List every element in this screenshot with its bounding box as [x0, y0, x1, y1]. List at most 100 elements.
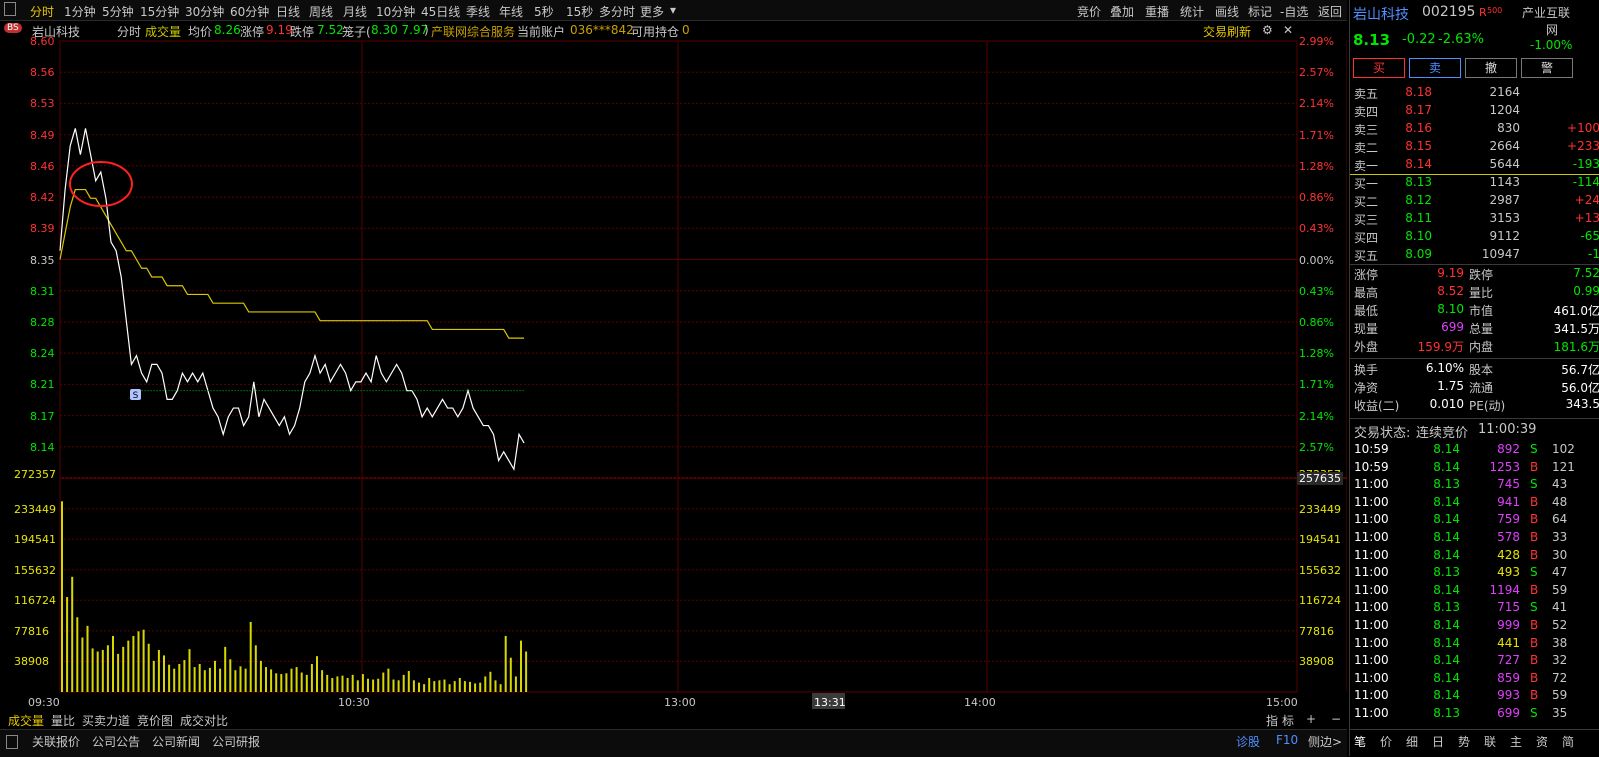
bottom-link[interactable]: 关联报价 — [32, 733, 80, 750]
stat-value: 8.10 — [1437, 302, 1464, 316]
toolbar-button[interactable]: 统计 — [1180, 3, 1204, 20]
cancel-button[interactable]: 撤 — [1465, 58, 1517, 78]
volume-tick-label-right: 194541 — [1299, 533, 1341, 547]
buy-button[interactable]: 买 — [1353, 58, 1405, 78]
period-tab[interactable]: 45日线 — [421, 3, 460, 20]
sidebar-toggle-icon[interactable] — [4, 2, 16, 16]
indicator-button[interactable]: 标 — [1282, 712, 1294, 729]
panel-tab[interactable]: 主 — [1510, 733, 1522, 750]
volume-tick-label: 194541 — [14, 533, 56, 547]
toolbar-button[interactable]: 画线 — [1215, 3, 1239, 20]
trade-count: 32 — [1552, 653, 1568, 668]
f10-link[interactable]: F10 — [1276, 733, 1298, 747]
volume-bar — [290, 668, 293, 692]
volume-bar — [402, 674, 405, 692]
sidebar-link[interactable]: 侧边> — [1308, 733, 1342, 750]
bid-change: -114 — [1572, 175, 1599, 189]
bs-badge[interactable]: BS — [4, 23, 22, 33]
panel-tab[interactable]: 价 — [1380, 733, 1392, 750]
trade-volume: 699 — [1497, 706, 1520, 720]
toolbar-button[interactable]: 标记 — [1248, 3, 1272, 20]
bid-change: +13 — [1574, 211, 1599, 225]
volume-bar — [504, 635, 507, 692]
period-tab[interactable]: 30分钟 — [185, 3, 224, 20]
trade-refresh-button[interactable]: 交易刷新 — [1203, 23, 1251, 40]
chevron-down-icon[interactable]: ▾ — [670, 3, 676, 17]
toolbar-button[interactable]: 叠加 — [1110, 3, 1134, 20]
diagnose-link[interactable]: 诊股 — [1236, 733, 1260, 750]
indicator-tab-volume[interactable]: 成交量 — [8, 712, 44, 729]
period-tab[interactable]: 15分钟 — [140, 3, 179, 20]
industry-name-2[interactable]: 网 — [1546, 21, 1558, 38]
panel-tab[interactable]: 势 — [1458, 733, 1470, 750]
trade-volume: 941 — [1497, 494, 1520, 509]
panel-tab[interactable]: 联 — [1484, 733, 1496, 750]
period-tab[interactable]: 60分钟 — [230, 3, 269, 20]
alert-button[interactable]: 警 — [1521, 58, 1573, 78]
bid-volume: 1143 — [1489, 175, 1520, 189]
period-tab[interactable]: 分时 — [30, 3, 54, 20]
volume-bar — [321, 670, 324, 692]
back-button[interactable]: 返回 — [1318, 3, 1342, 20]
volume-tick-label-right: 233449 — [1299, 502, 1341, 516]
indicator-tab-power[interactable]: 买卖力道 — [82, 712, 130, 729]
volume-bar — [112, 635, 114, 692]
period-tab[interactable]: 年线 — [499, 3, 523, 20]
volume-bar — [106, 645, 109, 692]
toolbar-button[interactable]: 重播 — [1145, 3, 1169, 20]
buy-label: 买 — [1372, 61, 1385, 75]
zoom-in-button[interactable]: + — [1306, 712, 1316, 726]
indicator-button[interactable]: 指 — [1266, 712, 1278, 729]
period-tab[interactable]: 5秒 — [534, 3, 554, 20]
bid-price: 8.12 — [1405, 193, 1432, 207]
panel-tab[interactable]: 日 — [1432, 733, 1444, 750]
bottom-link[interactable]: 公司研报 — [212, 733, 260, 750]
sell-button[interactable]: 卖 — [1409, 58, 1461, 78]
bottom-link[interactable]: 公司新闻 — [152, 733, 200, 750]
trade-time: 11:00 — [1354, 670, 1389, 685]
period-tab[interactable]: 1分钟 — [64, 3, 96, 20]
period-tab[interactable]: 多分时 — [599, 3, 635, 20]
ask-change: +233 — [1567, 139, 1599, 153]
panel-tab[interactable]: 细 — [1406, 733, 1418, 750]
service-link[interactable]: 产联网综合服务 — [431, 23, 515, 40]
period-tab[interactable]: 季线 — [466, 3, 490, 20]
panel-tab[interactable]: 资 — [1536, 733, 1548, 750]
volume-bar — [458, 677, 461, 692]
indicator-tab-volume-ratio[interactable]: 量比 — [51, 712, 75, 729]
period-tab[interactable]: 周线 — [309, 3, 333, 20]
intraday-chart[interactable]: S — [0, 39, 1347, 729]
percent-tick-label: 1.28% — [1299, 159, 1334, 173]
close-icon[interactable]: ✕ — [1283, 23, 1293, 37]
period-tab[interactable]: 日线 — [276, 3, 300, 20]
limit-up-label: 涨停 — [240, 25, 265, 39]
indicator-tab-compare[interactable]: 成交对比 — [180, 712, 228, 729]
ask-label: 卖三 — [1354, 123, 1379, 137]
volume-bar — [183, 660, 186, 692]
zoom-out-button[interactable]: − — [1331, 712, 1341, 726]
time-label: 14:00 — [964, 696, 996, 709]
stat-value: 6.10% — [1425, 361, 1464, 375]
menu-icon[interactable] — [6, 735, 18, 749]
period-tab[interactable]: 5分钟 — [102, 3, 134, 20]
bottom-link[interactable]: 公司公告 — [92, 733, 140, 750]
bid-label: 买二 — [1354, 195, 1379, 209]
period-tab[interactable]: 10分钟 — [376, 3, 415, 20]
toolbar-button[interactable]: 竞价 — [1077, 3, 1101, 20]
price-change: -0.22 — [1402, 32, 1436, 47]
volume-bar — [489, 671, 492, 692]
indicator-tab-auction[interactable]: 竞价图 — [137, 712, 173, 729]
volume-bar — [219, 668, 222, 692]
panel-tab[interactable]: 笔 — [1354, 733, 1366, 750]
cage-label: 笼子( — [342, 25, 371, 39]
panel-tab[interactable]: 简 — [1562, 733, 1574, 750]
toolbar-button[interactable]: -自选 — [1280, 3, 1308, 20]
period-tab[interactable]: 更多 — [640, 3, 664, 20]
period-tab[interactable]: 15秒 — [566, 3, 593, 20]
trade-time: 11:00 — [1354, 688, 1389, 703]
settings-icon[interactable]: ⚙ — [1262, 23, 1273, 37]
trade-side: B — [1530, 459, 1539, 474]
period-tab[interactable]: 月线 — [343, 3, 367, 20]
industry-name[interactable]: 产业互联 — [1522, 4, 1570, 21]
trade-volume: 759 — [1497, 512, 1520, 527]
